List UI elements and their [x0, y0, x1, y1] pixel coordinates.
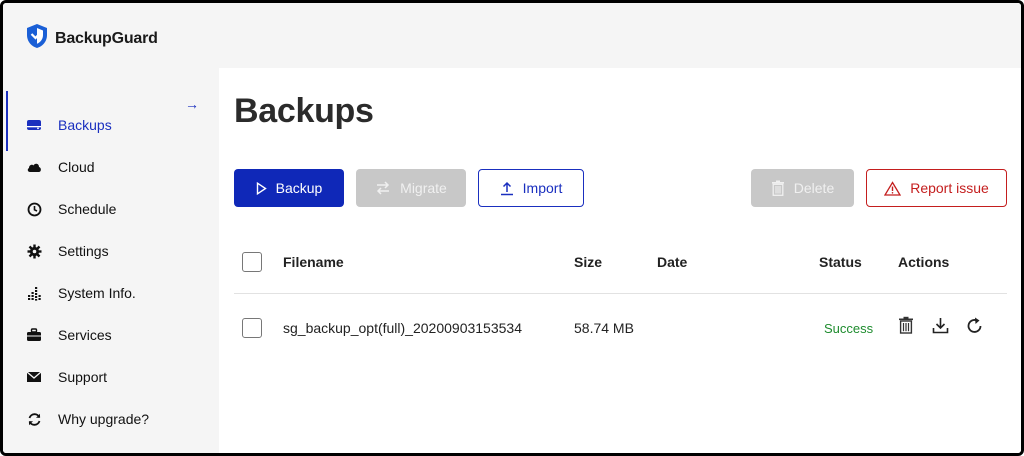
column-header-filename[interactable]: Filename [283, 254, 344, 270]
play-icon [256, 181, 267, 195]
report-issue-button[interactable]: Report issue [866, 169, 1007, 207]
app-name: BackupGuard [55, 29, 158, 47]
sidebar-item-support[interactable]: Support [3, 360, 216, 394]
warning-icon [884, 180, 902, 196]
select-all-checkbox[interactable] [242, 252, 262, 272]
row-download-icon[interactable] [929, 314, 951, 336]
refresh-icon [25, 410, 43, 428]
status-badge: Success [824, 321, 874, 336]
delete-button-label: Delete [793, 180, 835, 196]
row-size: 58.74 MB [574, 320, 634, 336]
briefcase-icon [25, 326, 43, 344]
upload-icon [500, 181, 514, 196]
column-header-status: Status [819, 254, 862, 270]
sidebar-item-why-upgrade[interactable]: Why upgrade? [3, 402, 216, 436]
sidebar-item-label: Settings [58, 243, 109, 259]
page-title: Backups [234, 92, 374, 130]
column-header-size[interactable]: Size [574, 254, 602, 270]
sidebar-item-label: Services [58, 327, 112, 343]
sidebar-item-label: Why upgrade? [58, 411, 150, 427]
import-button[interactable]: Import [478, 169, 584, 207]
logo[interactable]: BackupGuard [25, 23, 158, 54]
sidebar-item-backups[interactable]: Backups [3, 91, 216, 151]
sidebar-item-label: Schedule [58, 201, 117, 217]
sidebar-item-system-info[interactable]: System Info. [3, 276, 216, 310]
envelope-icon [25, 368, 43, 386]
migrate-button[interactable]: Migrate [356, 169, 466, 207]
shield-logo-icon [25, 23, 49, 54]
report-issue-button-label: Report issue [910, 180, 989, 196]
clock-icon [25, 200, 43, 218]
sidebar-item-cloud[interactable]: Cloud [3, 150, 216, 184]
sidebar-item-label: System Info. [58, 285, 136, 301]
row-filename: sg_backup_opt(full)_20200903153534 [283, 320, 522, 336]
drive-icon [25, 116, 43, 134]
sidebar-item-label: Support [58, 369, 108, 385]
top-bar: BackupGuard [3, 3, 1021, 68]
delete-button[interactable]: Delete [751, 169, 854, 207]
swap-arrows-icon [375, 181, 391, 195]
table-divider [234, 293, 1007, 294]
main-panel: Backups Backup Migrate Import Delete Rep… [219, 68, 1021, 453]
sidebar-item-services[interactable]: Services [3, 318, 216, 352]
sidebar-item-label: Backups [58, 117, 112, 133]
app-window: BackupGuard → Backups Cloud Schedule Set… [0, 0, 1024, 456]
sidebar: → Backups Cloud Schedule Settings System… [3, 68, 216, 453]
sidebar-item-label: Cloud [58, 159, 95, 175]
row-checkbox[interactable] [242, 318, 262, 338]
sidebar-item-schedule[interactable]: Schedule [3, 192, 216, 226]
bars-icon [25, 284, 43, 302]
row-restore-icon[interactable] [963, 314, 985, 336]
trash-icon [771, 180, 785, 196]
column-header-date[interactable]: Date [657, 254, 687, 270]
sidebar-item-settings[interactable]: Settings [3, 234, 216, 268]
cloud-icon [25, 158, 43, 176]
gear-icon [25, 242, 43, 260]
migrate-button-label: Migrate [400, 180, 447, 196]
row-delete-icon[interactable] [895, 314, 917, 336]
import-button-label: Import [522, 180, 563, 196]
backup-button-label: Backup [275, 180, 323, 196]
column-header-actions: Actions [898, 254, 950, 270]
backup-button[interactable]: Backup [234, 169, 344, 207]
